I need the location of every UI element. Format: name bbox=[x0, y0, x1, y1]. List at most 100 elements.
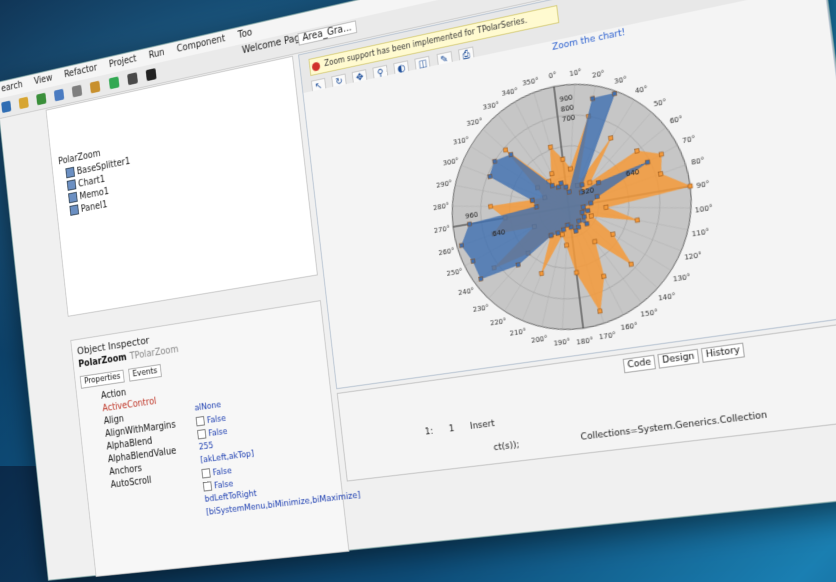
angle-label: 210° bbox=[509, 327, 526, 338]
angle-label: 330° bbox=[482, 100, 499, 112]
series-point bbox=[609, 136, 614, 141]
series-point bbox=[596, 180, 600, 185]
series-point bbox=[585, 221, 589, 226]
series-point bbox=[549, 233, 553, 238]
object-inspector: Object Inspector PolarZoom TPolarZoom Pro… bbox=[70, 300, 361, 577]
series-point bbox=[488, 204, 492, 209]
prop-name[interactable]: AutoScroll bbox=[110, 475, 152, 490]
checkbox[interactable] bbox=[197, 429, 207, 440]
series-point bbox=[567, 189, 571, 194]
series-point bbox=[568, 166, 572, 171]
column-number: 1 bbox=[448, 424, 455, 435]
close-icon[interactable] bbox=[311, 61, 321, 72]
prop-name[interactable]: Action bbox=[101, 388, 127, 402]
chart-icon bbox=[66, 179, 77, 191]
series-point bbox=[659, 152, 664, 157]
series-point bbox=[564, 185, 568, 190]
angle-label: 320° bbox=[466, 117, 483, 129]
tab-design[interactable]: Design bbox=[657, 348, 700, 369]
series-point bbox=[586, 208, 590, 213]
series-point bbox=[602, 274, 607, 279]
save-all-icon[interactable] bbox=[54, 88, 65, 102]
angle-label: 130° bbox=[672, 272, 691, 284]
tab-properties[interactable]: Properties bbox=[79, 369, 126, 389]
insert-mode: Insert bbox=[469, 418, 496, 432]
series-point bbox=[629, 262, 634, 267]
angle-label: 50° bbox=[653, 98, 667, 109]
angle-label: 30° bbox=[614, 75, 628, 86]
open-folder-icon[interactable] bbox=[18, 96, 29, 110]
stop-icon[interactable] bbox=[145, 68, 157, 82]
tab-events[interactable]: Events bbox=[127, 363, 163, 382]
series-point bbox=[492, 159, 496, 164]
series-point bbox=[565, 223, 569, 228]
tilted-screenshot: earch View Refactor Project Run Componen… bbox=[0, 0, 836, 581]
prop-value[interactable]: [akLeft,akTop] bbox=[200, 449, 255, 465]
project-icon[interactable] bbox=[90, 80, 101, 94]
series-point bbox=[559, 181, 563, 186]
series-point bbox=[549, 172, 553, 177]
series-point bbox=[574, 270, 578, 275]
prop-value[interactable]: False bbox=[195, 413, 226, 427]
series-point bbox=[598, 309, 603, 314]
code-text: ct(s)); Collections=System.Generics.Coll… bbox=[493, 410, 768, 454]
angle-label: 310° bbox=[453, 136, 470, 147]
angle-label: 90° bbox=[696, 179, 710, 190]
series-point bbox=[589, 201, 593, 206]
series-point bbox=[467, 222, 471, 227]
form-designer: Zoom support has been implemented for TP… bbox=[298, 0, 836, 390]
series-point bbox=[479, 276, 483, 281]
angle-label: 170° bbox=[598, 330, 616, 341]
tab-history[interactable]: History bbox=[700, 342, 745, 363]
series-point bbox=[471, 259, 475, 264]
angle-label: 290° bbox=[436, 179, 453, 190]
checkbox[interactable] bbox=[195, 416, 205, 427]
tab-code[interactable]: Code bbox=[622, 354, 657, 374]
prop-name[interactable]: Align bbox=[103, 414, 124, 427]
angle-label: 100° bbox=[694, 203, 713, 215]
series-point bbox=[488, 174, 492, 179]
angle-label: 10° bbox=[569, 67, 582, 78]
checkbox[interactable] bbox=[201, 468, 211, 479]
angle-label: 140° bbox=[658, 292, 676, 303]
angle-label: 230° bbox=[472, 303, 489, 314]
component-icon bbox=[65, 166, 76, 179]
angle-label: 0° bbox=[548, 70, 557, 80]
series-point bbox=[560, 232, 564, 237]
series-point bbox=[658, 171, 663, 176]
prop-value[interactable]: False bbox=[197, 426, 228, 440]
prop-value[interactable]: False bbox=[201, 466, 232, 479]
prop-value[interactable]: alNone bbox=[194, 400, 221, 413]
checkbox[interactable] bbox=[202, 481, 213, 492]
series-point bbox=[581, 205, 585, 210]
status-line: 1: 1 Insert bbox=[424, 417, 508, 438]
series-point bbox=[530, 198, 534, 203]
angle-label: 260° bbox=[438, 246, 455, 257]
series-point bbox=[550, 183, 554, 188]
save-icon[interactable] bbox=[36, 92, 47, 106]
ide-window: earch View Refactor Project Run Componen… bbox=[0, 0, 836, 581]
series-point bbox=[460, 243, 464, 248]
series-point bbox=[574, 229, 578, 234]
series-point bbox=[556, 231, 560, 236]
angle-label: 250° bbox=[446, 267, 463, 278]
series-point bbox=[588, 180, 592, 185]
series-point bbox=[604, 205, 609, 210]
line-number: 1: bbox=[424, 426, 434, 438]
angle-label: 110° bbox=[691, 227, 710, 239]
series-point bbox=[589, 214, 593, 219]
series-point bbox=[539, 271, 543, 276]
series-point bbox=[561, 157, 565, 162]
series-point bbox=[595, 194, 599, 199]
angle-label: 350° bbox=[522, 76, 539, 88]
pause-icon[interactable] bbox=[126, 72, 138, 86]
new-icon[interactable] bbox=[1, 100, 12, 114]
series-point bbox=[561, 227, 565, 232]
run-icon[interactable] bbox=[108, 76, 120, 90]
prop-value[interactable]: 255 bbox=[198, 441, 213, 452]
series-point bbox=[582, 214, 586, 219]
memo-icon bbox=[68, 191, 78, 204]
undo-icon[interactable] bbox=[72, 84, 83, 98]
series-point bbox=[564, 243, 568, 248]
prop-value[interactable]: False bbox=[202, 479, 234, 492]
